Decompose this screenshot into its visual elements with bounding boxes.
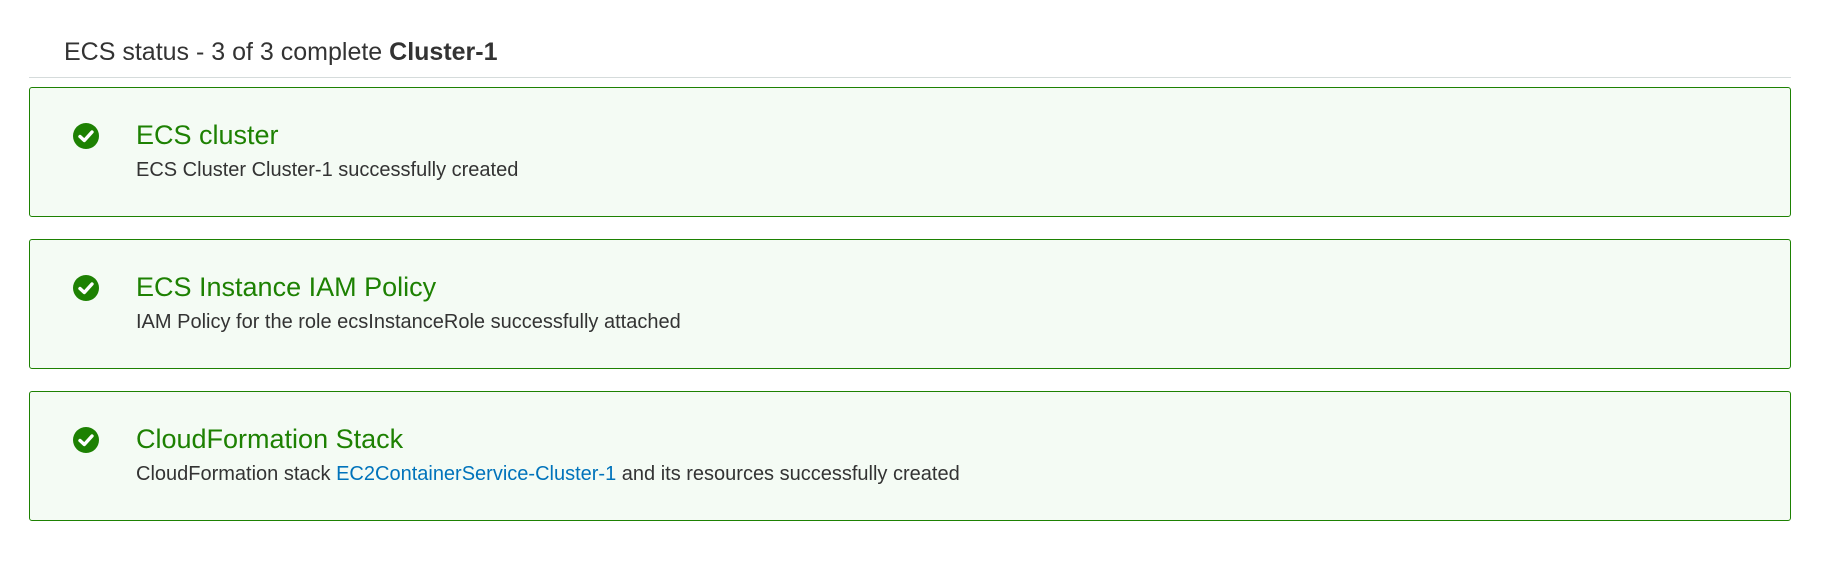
status-title-prefix: ECS status - 3 of 3 complete <box>64 38 383 66</box>
status-step-list: ECS cluster ECS Cluster Cluster-1 succes… <box>29 87 1791 543</box>
step-title: CloudFormation Stack <box>136 424 404 454</box>
step-title: ECS cluster <box>136 120 279 150</box>
step-title: ECS Instance IAM Policy <box>136 272 437 302</box>
step-description: CloudFormation stack EC2ContainerService… <box>136 463 960 486</box>
check-circle-icon <box>72 274 100 302</box>
status-step-cloudformation-stack: CloudFormation Stack CloudFormation stac… <box>29 391 1791 521</box>
step-description-before: CloudFormation stack <box>136 463 331 485</box>
status-step-iam-policy: ECS Instance IAM Policy IAM Policy for t… <box>29 239 1791 369</box>
check-circle-icon <box>72 122 100 150</box>
cloudformation-stack-link[interactable]: EC2ContainerService-Cluster-1 <box>336 463 616 485</box>
step-description-after: and its resources successfully created <box>621 463 960 485</box>
status-step-ecs-cluster: ECS cluster ECS Cluster Cluster-1 succes… <box>29 87 1791 217</box>
check-circle-icon <box>72 426 100 454</box>
cluster-name: Cluster-1 <box>389 38 498 66</box>
step-description: ECS Cluster Cluster-1 successfully creat… <box>136 159 519 181</box>
step-description: IAM Policy for the role ecsInstanceRole … <box>136 311 681 333</box>
status-header: ECS status - 3 of 3 complete Cluster-1 <box>29 28 1791 78</box>
page-title: ECS status - 3 of 3 complete Cluster-1 <box>64 38 498 67</box>
